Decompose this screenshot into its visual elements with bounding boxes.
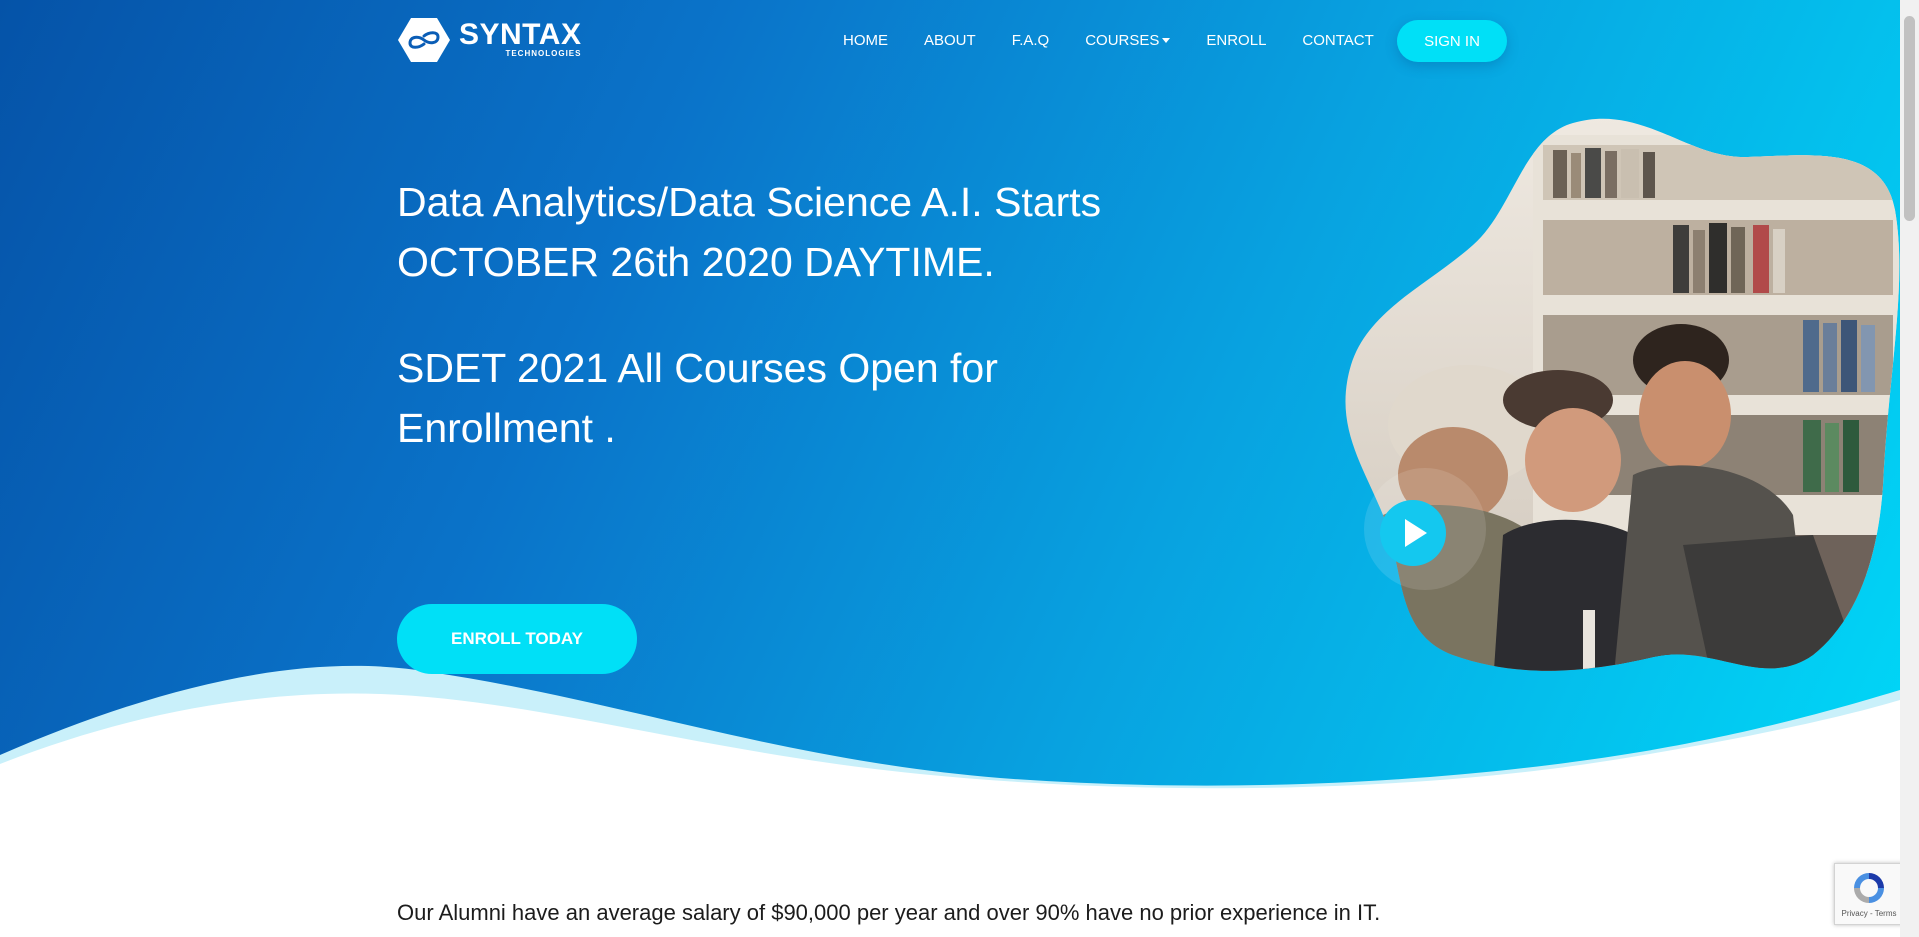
syntax-logo-icon <box>398 18 450 62</box>
nav-courses-label: COURSES <box>1085 31 1160 49</box>
hero-photo <box>1345 118 1900 671</box>
play-button[interactable] <box>1380 500 1446 566</box>
page-scrollbar[interactable] <box>1900 0 1919 937</box>
recaptcha-icon <box>1854 873 1884 903</box>
nav-faq[interactable]: F.A.Q <box>1012 32 1050 49</box>
page: SYNTAX TECHNOLOGIES HOME ABOUT F.A.Q COU… <box>0 0 1900 937</box>
nav-contact[interactable]: CONTACT <box>1302 32 1373 49</box>
nav-home[interactable]: HOME <box>843 32 888 49</box>
chevron-down-icon <box>1162 38 1171 43</box>
logo[interactable]: SYNTAX TECHNOLOGIES <box>397 16 581 64</box>
hero-headline-1: Data Analytics/Data Science A.I. Starts … <box>397 179 1102 285</box>
nav-about[interactable]: ABOUT <box>924 32 976 49</box>
alumni-statement: Our Alumni have an average salary of $90… <box>397 900 1381 925</box>
logo-name: SYNTAX <box>459 18 582 51</box>
logo-subtitle: TECHNOLOGIES <box>505 49 582 58</box>
nav-enroll[interactable]: ENROLL <box>1206 32 1266 49</box>
main-nav: HOME ABOUT F.A.Q COURSES ENROLL CONTACT <box>843 20 1410 60</box>
play-icon <box>1405 519 1427 547</box>
hero-headline-2: SDET 2021 All Courses Open for Enrollmen… <box>397 345 998 451</box>
sign-in-button[interactable]: SIGN IN <box>1397 20 1507 62</box>
recaptcha-links[interactable]: Privacy - Terms <box>1835 909 1900 918</box>
scrollbar-thumb[interactable] <box>1904 16 1915 221</box>
enroll-today-button[interactable]: ENROLL TODAY <box>397 604 637 674</box>
nav-courses[interactable]: COURSES <box>1085 31 1171 49</box>
recaptcha-badge[interactable]: Privacy - Terms <box>1834 863 1900 925</box>
navbar: SYNTAX TECHNOLOGIES HOME ABOUT F.A.Q COU… <box>0 0 1900 80</box>
